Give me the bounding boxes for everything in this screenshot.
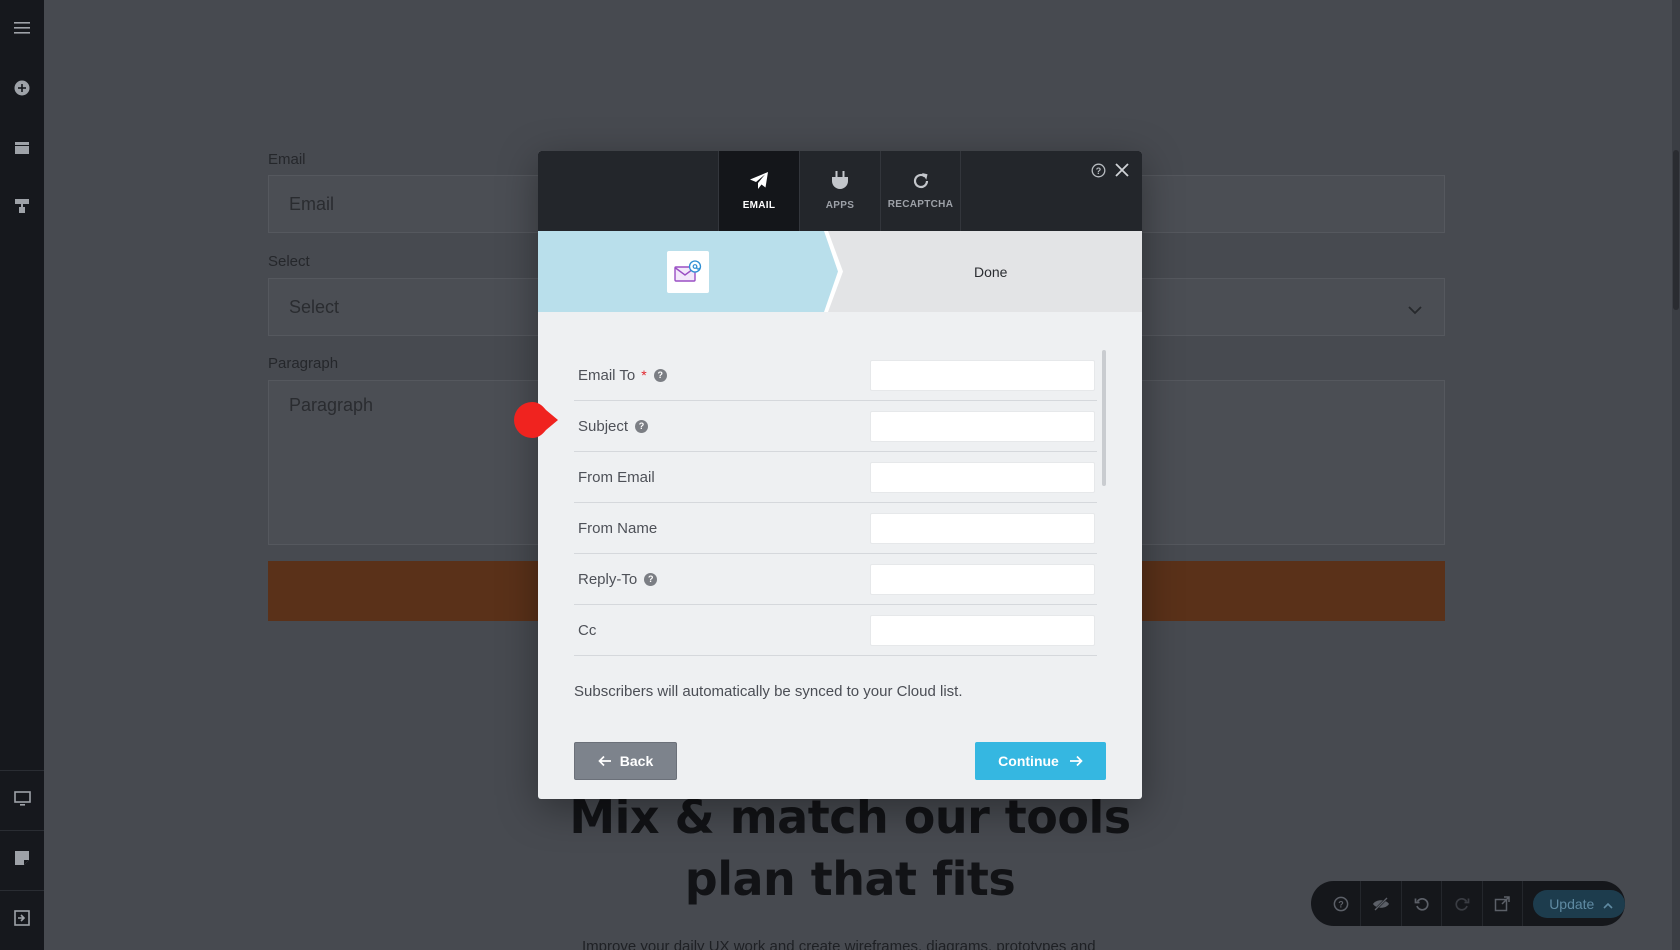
bg-email-placeholder: Email — [289, 193, 335, 214]
field-row-cc: Cc — [574, 605, 1097, 656]
field-label-cc: Cc — [578, 622, 596, 639]
field-label-reply-to: Reply-To ? — [578, 570, 658, 588]
tab-recaptcha-label: RECAPTCHA — [887, 199, 954, 210]
email-settings-modal: EMAIL APPS RECAPTCHA ? Done Email To * ?… — [538, 151, 1142, 799]
tutorial-hotspot-marker — [514, 402, 558, 438]
field-label-from-email: From Email — [578, 469, 655, 486]
subject-label: Subject — [578, 417, 629, 435]
tab-recaptcha[interactable]: RECAPTCHA — [880, 151, 961, 231]
field-row-from-name: From Name — [574, 503, 1097, 554]
reply-to-input[interactable] — [870, 563, 1095, 595]
cc-input[interactable] — [870, 614, 1095, 646]
field-label-email-to: Email To * ? — [578, 367, 667, 384]
bg-select-label: Select — [268, 253, 310, 270]
field-row-reply-to: Reply-To ? — [574, 554, 1097, 605]
from-name-label: From Name — [578, 519, 658, 537]
editor-toolbar: ? Update — [1311, 881, 1626, 926]
question-help-icon[interactable]: ? — [653, 368, 667, 382]
reply-to-label: Reply-To — [578, 570, 638, 588]
continue-button-label: Continue — [998, 753, 1059, 769]
bg-subtext: Improve your daily UX work and create wi… — [582, 938, 1096, 950]
back-button-label: Back — [619, 753, 654, 769]
arrow-left-icon — [598, 755, 611, 767]
modal-header: EMAIL APPS RECAPTCHA ? — [538, 151, 1142, 231]
bg-email-label: Email — [268, 151, 306, 168]
exit-editor-icon[interactable] — [10, 906, 34, 930]
tab-apps[interactable]: APPS — [799, 151, 880, 231]
field-row-email-to: Email To * ? — [574, 350, 1097, 401]
field-label-subject: Subject ? — [578, 417, 649, 435]
close-icon[interactable] — [1113, 161, 1131, 179]
add-element-icon[interactable] — [10, 76, 34, 100]
update-button[interactable]: Update — [1533, 889, 1626, 918]
svg-text:?: ? — [1338, 899, 1344, 909]
fields-scrollbar[interactable] — [1102, 350, 1106, 486]
update-button-label: Update — [1549, 895, 1595, 912]
wizard-steps: Done — [538, 231, 1142, 312]
paint-roller-icon[interactable] — [10, 194, 34, 218]
layers-icon[interactable] — [10, 136, 34, 160]
sync-note: Subscribers will automatically be synced… — [574, 683, 963, 700]
arrow-right-icon — [1069, 755, 1083, 767]
email-fields-list: Email To * ? Subject ? From Email From N… — [574, 350, 1102, 658]
cc-label: Cc — [578, 621, 597, 639]
hamburger-menu-icon[interactable] — [10, 16, 34, 40]
help-circle-icon[interactable]: ? — [1089, 161, 1107, 179]
tab-email-label: EMAIL — [742, 200, 776, 211]
required-asterisk: * — [641, 367, 647, 383]
question-help-icon[interactable]: ? — [635, 419, 649, 433]
field-row-from-email: From Email — [574, 452, 1097, 503]
continue-button[interactable]: Continue — [975, 742, 1106, 780]
chevron-up-icon[interactable] — [1603, 896, 1613, 912]
hide-eye-icon[interactable] — [1361, 881, 1402, 926]
bg-paragraph-placeholder: Paragraph — [289, 395, 374, 415]
email-to-input[interactable] — [870, 359, 1095, 391]
undo-icon[interactable] — [1402, 881, 1443, 926]
from-name-input[interactable] — [870, 512, 1095, 544]
help-icon[interactable]: ? — [1321, 881, 1362, 926]
email-at-icon — [667, 251, 709, 293]
field-label-from-name: From Name — [578, 520, 657, 537]
bg-paragraph-label: Paragraph — [268, 355, 339, 372]
email-to-label: Email To — [578, 366, 636, 384]
question-help-icon[interactable]: ? — [644, 572, 658, 586]
page-scrollbar[interactable] — [1672, 0, 1680, 950]
paper-plane-icon — [750, 172, 768, 189]
tab-apps-label: APPS — [825, 200, 855, 211]
page-scrollbar-thumb[interactable] — [1673, 150, 1679, 310]
redo-icon[interactable] — [1442, 881, 1483, 926]
from-email-label: From Email — [578, 468, 655, 486]
step-done-label: Done — [974, 263, 1008, 280]
svg-text:?: ? — [1095, 166, 1101, 176]
external-preview-icon[interactable] — [1483, 881, 1524, 926]
tab-email[interactable]: EMAIL — [718, 151, 799, 231]
from-email-input[interactable] — [870, 461, 1095, 493]
chevron-down-icon — [1408, 299, 1422, 320]
bg-select-placeholder: Select — [289, 296, 340, 317]
subject-input[interactable] — [870, 410, 1095, 442]
plug-icon — [832, 171, 848, 189]
field-row-subject: Subject ? — [574, 401, 1097, 452]
back-button[interactable]: Back — [574, 742, 677, 780]
refresh-icon — [913, 173, 928, 189]
